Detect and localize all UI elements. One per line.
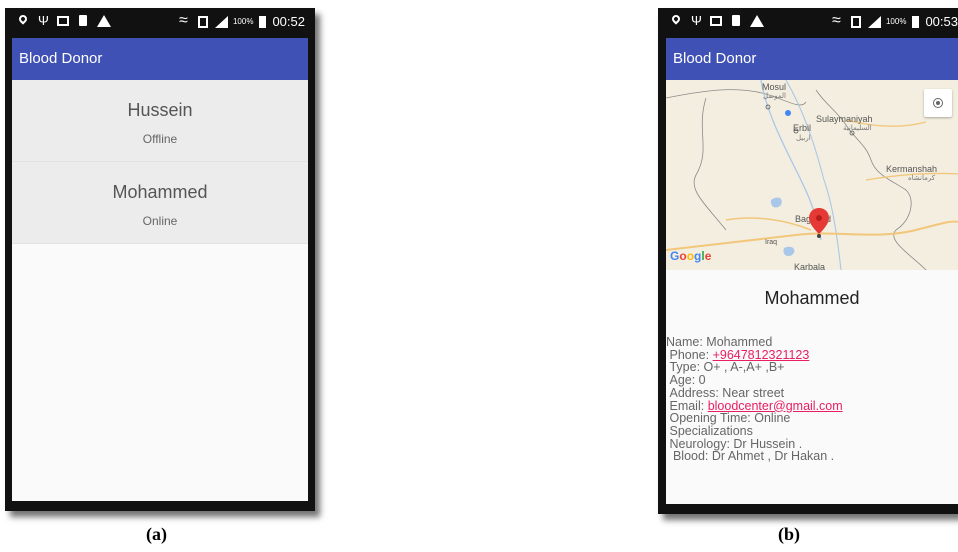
detail-blood-text: Blood: Dr Ahmet , Dr Hakan . <box>669 449 835 464</box>
warning-icon <box>97 15 111 27</box>
list-item[interactable]: Hussein Offline <box>12 80 308 162</box>
map-label-karbala: Karbala <box>794 262 826 270</box>
caption-a: (a) <box>146 524 167 544</box>
user-status: Offline <box>142 132 178 146</box>
caption-b: (b) <box>778 524 800 544</box>
sd-card-icon <box>730 15 742 27</box>
phone-screen-b: 100% 00:53 Blood Donor Mosul الموصل Er <box>658 8 958 514</box>
user-name: Mohammed <box>112 182 208 202</box>
google-logo-text: Google <box>670 249 712 263</box>
user-status: Online <box>142 214 178 228</box>
image-icon <box>57 15 69 27</box>
usb-icon <box>37 13 49 28</box>
usb-icon <box>690 13 702 28</box>
phone-screen-a: 100% 00:52 Blood Donor Hussein Offline M… <box>5 8 315 511</box>
battery-icon <box>259 15 267 28</box>
map-label-mosul-ar: الموصل <box>763 93 786 100</box>
user-name: Hussein <box>127 100 193 120</box>
map-label-erbil: Erbil <box>793 123 812 133</box>
data-icon <box>197 15 209 28</box>
signal-icon <box>214 15 228 28</box>
battery-icon <box>912 15 920 28</box>
location-icon <box>17 15 29 27</box>
battery-percent: 100% <box>885 17 907 26</box>
map-label-kermanshah: Kermanshah <box>886 164 938 174</box>
google-logo: Google <box>670 249 711 263</box>
location-icon <box>670 15 682 27</box>
map-label-erbil-ar: اربيل <box>796 135 811 142</box>
detail-blood: Blood: Dr Ahmet , Dr Hakan . <box>666 450 843 463</box>
detail-title: Mohammed <box>764 288 860 308</box>
map-label-sulaymaniyah-ar: السليمانية <box>843 125 872 132</box>
data-icon <box>850 15 862 28</box>
map-label-mosul: Mosul <box>762 82 787 92</box>
signal-icon <box>867 15 881 28</box>
wifi-icon <box>179 12 191 30</box>
warning-icon <box>750 15 764 27</box>
user-list: Hussein Offline Mohammed Online <box>12 80 308 501</box>
app-title: Blood Donor <box>19 50 103 67</box>
status-bar: 100% 00:53 <box>658 8 958 38</box>
map-label-kermanshah-ar: كرمانشاه <box>908 175 936 182</box>
clock: 00:53 <box>925 14 958 29</box>
my-location-button[interactable] <box>924 89 952 117</box>
image-icon <box>710 15 722 27</box>
list-item[interactable]: Mohammed Online <box>12 162 308 244</box>
sd-card-icon <box>77 15 89 27</box>
battery-percent: 100% <box>232 17 254 26</box>
app-bar: Blood Donor <box>666 38 958 80</box>
donor-detail: Mohammed Name: Mohammed Phone: +96478123… <box>666 270 958 504</box>
app-bar: Blood Donor <box>12 38 308 80</box>
clock: 00:52 <box>272 14 305 29</box>
app-title: Blood Donor <box>673 50 757 67</box>
map-label-iraq: Iraq <box>765 239 778 246</box>
map-label-sulaymaniyah: Sulaymaniyah <box>816 114 873 124</box>
detail-lines: Name: Mohammed Phone: +9647812321123 Typ… <box>666 336 843 463</box>
wifi-icon <box>832 12 844 30</box>
map-marker-icon[interactable] <box>809 208 829 238</box>
map-view[interactable]: Mosul الموصل Erbil اربيل Sulaymaniyah ال… <box>666 80 958 270</box>
status-bar: 100% 00:52 <box>5 8 315 38</box>
